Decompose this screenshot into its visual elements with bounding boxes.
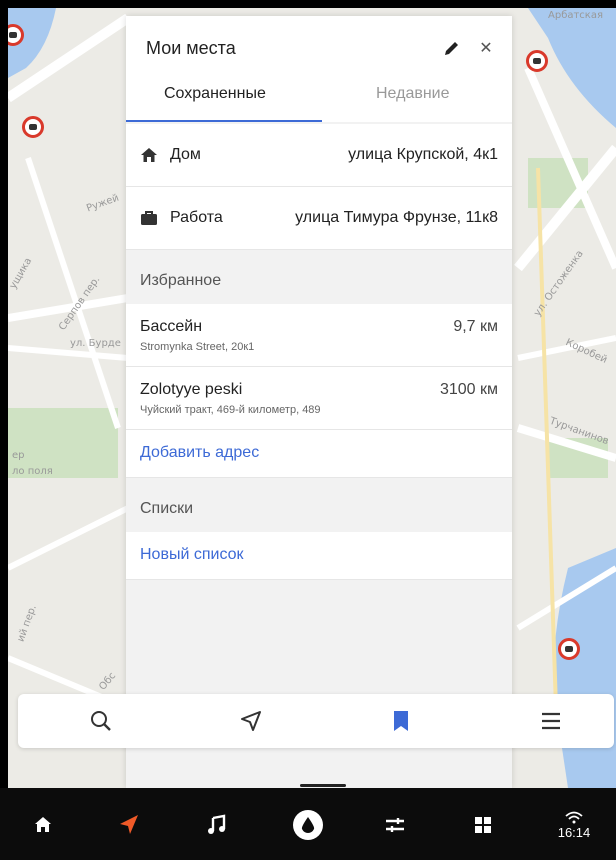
bookmarks-icon[interactable]: [388, 708, 414, 734]
favorite-distance: 9,7 км: [453, 318, 498, 335]
home-icon: [141, 148, 157, 162]
favorite-item[interactable]: Бассейн Stromynka Street, 20к1 9,7 км: [126, 304, 512, 367]
lists-header-label: Списки: [140, 500, 194, 517]
screen: Арбатская Ружей ущика Серпов пер. ул. Бу…: [8, 8, 616, 788]
map-toolbar: [18, 694, 614, 748]
favorite-distance: 3100 км: [439, 381, 498, 398]
drag-handle[interactable]: [300, 784, 346, 787]
work-label: Работа: [170, 209, 223, 226]
new-list-button[interactable]: Новый список: [126, 532, 512, 580]
map-label: ло поля: [12, 466, 53, 477]
add-address-label: Добавить адрес: [140, 444, 260, 461]
speed-camera-icon[interactable]: [22, 116, 44, 138]
favorite-address: Чуйский тракт, 469-й километр, 489: [140, 404, 321, 416]
new-list-label: Новый список: [140, 546, 244, 563]
system-bar: 16:14: [0, 788, 616, 860]
work-address: улица Тимура Фрунзе, 11к8: [295, 209, 498, 226]
map-label: ул. Бурде: [70, 338, 121, 349]
panel-title: Мои места: [146, 38, 236, 58]
briefcase-icon: [141, 211, 157, 225]
home-row[interactable]: Дом улица Крупской, 4к1: [126, 124, 512, 187]
navigator-icon[interactable]: [114, 810, 144, 840]
edit-pencil-icon[interactable]: [442, 38, 462, 58]
tab-recent[interactable]: Недавние: [376, 85, 450, 103]
speed-camera-icon[interactable]: [526, 50, 548, 72]
favorite-address: Stromynka Street, 20к1: [140, 341, 255, 353]
active-tab-indicator: [126, 120, 322, 122]
apps-grid-icon[interactable]: [468, 810, 498, 840]
favorite-item[interactable]: Zolotyye peski Чуйский тракт, 469-й кило…: [126, 367, 512, 430]
home-icon[interactable]: [28, 810, 58, 840]
tabs: Сохраненные Недавние: [126, 60, 512, 122]
music-icon[interactable]: [202, 810, 232, 840]
alice-icon[interactable]: [290, 807, 326, 843]
settings-sliders-icon[interactable]: [380, 810, 410, 840]
wifi-icon: [565, 811, 583, 824]
home-label: Дом: [170, 146, 201, 163]
favorite-name: Zolotyye peski: [140, 381, 243, 398]
close-icon[interactable]: ✕: [476, 41, 496, 62]
search-icon[interactable]: [88, 708, 114, 734]
menu-icon[interactable]: [538, 708, 564, 734]
add-address-button[interactable]: Добавить адрес: [126, 430, 512, 478]
clock-time: 16:14: [557, 825, 591, 840]
speed-camera-icon[interactable]: [558, 638, 580, 660]
work-row[interactable]: Работа улица Тимура Фрунзе, 11к8: [126, 187, 512, 250]
status-clock: 16:14: [548, 808, 600, 842]
favorite-name: Бассейн: [140, 318, 203, 335]
panel-header: Мои места ✕: [126, 16, 512, 60]
lists-header: Списки: [126, 478, 512, 532]
my-places-panel: Мои места ✕ Сохраненные Недавние Дом ули…: [126, 16, 512, 788]
tab-saved[interactable]: Сохраненные: [164, 85, 266, 103]
map-label: ер: [12, 450, 25, 461]
home-address: улица Крупской, 4к1: [348, 146, 498, 163]
favorites-header-label: Избранное: [140, 272, 222, 289]
navigation-arrow-icon[interactable]: [238, 708, 264, 734]
map-label: Арбатская: [548, 10, 603, 21]
favorites-header: Избранное: [126, 250, 512, 304]
